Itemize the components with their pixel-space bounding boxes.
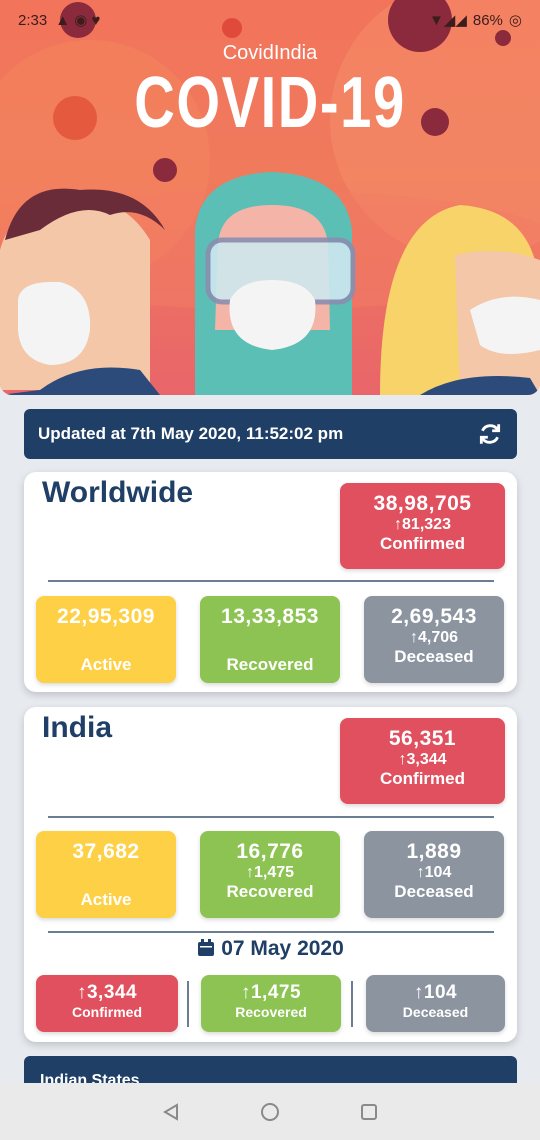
calendar-icon <box>198 939 215 956</box>
worldwide-active-value: 22,95,309 <box>57 605 155 628</box>
worldwide-confirmed-delta: ↑81,323 <box>394 516 451 533</box>
daily-recovered-tile: ↑1,475 Recovered <box>201 975 341 1032</box>
hero-title: COVID-19 <box>134 63 406 143</box>
divider <box>48 580 494 582</box>
worldwide-recovered-tile: 13,33,853 Recovered <box>200 596 340 683</box>
india-recovered-value: 16,776 <box>236 840 304 863</box>
worldwide-deceased-value: 2,69,543 <box>391 605 477 628</box>
daily-confirmed-delta: ↑3,344 <box>76 982 138 1003</box>
daily-confirmed-label: Confirmed <box>72 1004 142 1020</box>
worldwide-confirmed-label: Confirmed <box>380 534 465 553</box>
back-icon[interactable] <box>162 1102 180 1121</box>
worldwide-active-tile: 22,95,309 Active <box>36 596 176 683</box>
india-recovered-label: Recovered <box>226 882 314 901</box>
divider <box>48 931 494 933</box>
worldwide-confirmed-tile: 38,98,705 ↑81,323 Confirmed <box>340 483 505 569</box>
update-bar: Updated at 7th May 2020, 11:52:02 pm <box>24 409 517 459</box>
daily-recovered-delta: ↑1,475 <box>240 982 302 1003</box>
worldwide-deceased-label: Deceased <box>394 647 474 666</box>
battery-level: 86% <box>472 11 503 29</box>
india-title: India <box>42 711 113 744</box>
update-text: Updated at 7th May 2020, 11:52:02 pm <box>38 424 344 443</box>
worldwide-recovered-label: Recovered <box>226 655 314 674</box>
india-active-tile: 37,682 Active <box>36 831 176 918</box>
daily-date: 07 May 2020 <box>221 937 344 960</box>
india-confirmed-label: Confirmed <box>380 769 465 788</box>
india-confirmed-value: 56,351 <box>388 727 457 750</box>
status-bar: 2:33 ▲ ◉ ♥ ▼◢◢ 86% ◎ <box>0 0 540 40</box>
signal-icon: ▼◢◢ <box>428 12 467 29</box>
worldwide-card: Worldwide 38,98,705 ↑81,323 Confirmed 22… <box>24 472 517 692</box>
navigation-bar <box>0 1083 540 1140</box>
india-deceased-value: 1,889 <box>406 840 462 863</box>
daily-deceased-tile: ↑104 Deceased <box>366 975 505 1032</box>
india-active-label: Active <box>80 890 132 909</box>
daily-deceased-delta: ↑104 <box>413 982 458 1003</box>
refresh-icon[interactable] <box>477 421 503 447</box>
worldwide-active-label: Active <box>80 655 132 674</box>
worldwide-deceased-delta: ↑4,706 <box>409 629 459 646</box>
separator <box>187 981 189 1027</box>
india-deceased-label: Deceased <box>394 882 474 901</box>
india-active-value: 37,682 <box>72 840 140 863</box>
daily-recovered-label: Recovered <box>235 1004 307 1020</box>
india-card: India 56,351 ↑3,344 Confirmed 37,682 Act… <box>24 707 517 1042</box>
india-deceased-delta: ↑104 <box>416 864 452 881</box>
india-recovered-tile: 16,776 ↑1,475 Recovered <box>200 831 340 918</box>
divider <box>48 816 494 818</box>
home-icon[interactable] <box>260 1102 280 1122</box>
worldwide-deceased-tile: 2,69,543 ↑4,706 Deceased <box>364 596 504 683</box>
india-deceased-tile: 1,889 ↑104 Deceased <box>364 831 504 918</box>
worldwide-confirmed-value: 38,98,705 <box>373 492 472 515</box>
india-recovered-delta: ↑1,475 <box>245 864 295 881</box>
daily-date-row: 07 May 2020 <box>24 937 517 961</box>
daily-deceased-label: Deceased <box>402 1004 469 1020</box>
india-confirmed-delta: ↑3,344 <box>398 751 447 768</box>
worldwide-title: Worldwide <box>42 476 194 509</box>
separator <box>351 981 353 1027</box>
hero-banner: 2:33 ▲ ◉ ♥ ▼◢◢ 86% ◎ CovidIndia COVID-19 <box>0 0 540 395</box>
notification-icon: ▲ ◉ ♥ <box>55 12 101 29</box>
status-time: 2:33 <box>18 11 48 29</box>
recents-icon[interactable] <box>360 1103 378 1121</box>
battery-icon: ◎ <box>508 12 522 29</box>
worldwide-recovered-value: 13,33,853 <box>221 605 319 628</box>
daily-confirmed-tile: ↑3,344 Confirmed <box>36 975 178 1032</box>
india-confirmed-tile: 56,351 ↑3,344 Confirmed <box>340 718 505 804</box>
